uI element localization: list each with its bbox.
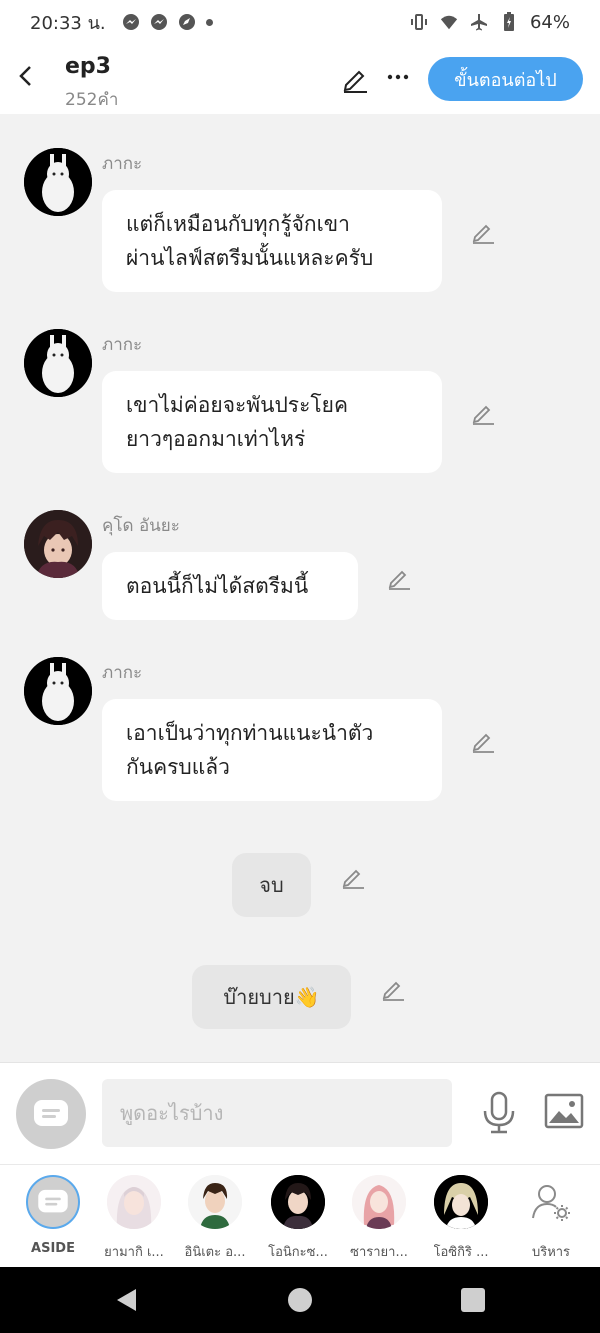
character-initeo[interactable]: อินิเตะ อ...	[175, 1175, 255, 1262]
sender-name: ภากะ	[102, 335, 143, 355]
message-input[interactable]	[102, 1079, 452, 1147]
avatar-oshigiri	[434, 1175, 488, 1229]
vibrate-icon	[410, 13, 428, 31]
character-label: ซารายา...	[350, 1245, 408, 1260]
sender-name: คุโด อันยะ	[102, 516, 180, 536]
nav-back-button[interactable]	[114, 1287, 140, 1313]
character-bar: ASIDE ยามากิ เ... อินิเตะ อ... โอนิกะซ..…	[0, 1164, 600, 1267]
narration-bubble[interactable]: บ๊ายบาย👋	[192, 965, 351, 1029]
more-options-button[interactable]	[384, 62, 412, 92]
manage-characters-avatar	[524, 1175, 578, 1229]
back-button[interactable]	[10, 60, 42, 92]
user-settings-icon	[532, 1185, 570, 1221]
anime-girl-avatar-icon	[107, 1175, 161, 1229]
add-image-button[interactable]	[544, 1093, 584, 1131]
message-bubble[interactable]: เขาไม่ค่อยจะพันประโยค ยาวๆออกมาเท่าไหร่	[102, 371, 442, 473]
edit-narration-button[interactable]	[380, 976, 406, 1002]
edit-message-button[interactable]	[470, 219, 496, 245]
pencil-icon	[472, 405, 494, 425]
chat-bubble-icon	[34, 1100, 68, 1126]
avatar-alpaca[interactable]	[24, 148, 92, 216]
pencil-icon	[382, 981, 404, 1001]
alpaca-avatar-icon	[24, 329, 92, 397]
pencil-icon	[342, 869, 364, 889]
aside-avatar	[26, 1175, 80, 1229]
message-bubble[interactable]: เอาเป็นว่าทุกท่านแนะนำตัว กันครบแล้ว	[102, 699, 442, 801]
character-aside[interactable]: ASIDE	[13, 1175, 93, 1256]
character-label: บริหาร	[531, 1245, 571, 1260]
aside-toggle-button[interactable]	[16, 1079, 86, 1149]
avatar-saraya	[352, 1175, 406, 1229]
more-notifications-dot-icon	[205, 18, 213, 26]
message-bubble[interactable]: ตอนนี้ก็ไม่ได้สตรีมนี้	[102, 552, 358, 620]
airplane-icon	[470, 13, 488, 31]
next-step-button[interactable]: ขั้นตอนต่อไป	[428, 57, 583, 101]
anime-boy-avatar-icon	[434, 1175, 488, 1229]
edit-title-button[interactable]	[340, 64, 370, 94]
character-onikaze[interactable]: โอนิกะซ...	[258, 1175, 338, 1262]
character-label: ASIDE	[31, 1241, 75, 1256]
edit-message-button[interactable]	[470, 400, 496, 426]
anime-girl-avatar-icon	[352, 1175, 406, 1229]
character-manage[interactable]: บริหาร	[511, 1175, 591, 1262]
character-saraya[interactable]: ซารายา...	[339, 1175, 419, 1262]
character-label: โอซิกิริ ...	[433, 1245, 489, 1260]
edit-message-button[interactable]	[470, 728, 496, 754]
messenger-icon	[150, 13, 168, 31]
episode-title: ep3	[65, 54, 111, 79]
sender-name: ภากะ	[102, 154, 143, 174]
sender-name: ภากะ	[102, 663, 143, 683]
alpaca-avatar-icon	[24, 657, 92, 725]
anime-boy-avatar-icon	[24, 510, 92, 578]
battery-percentage: 64%	[529, 11, 570, 33]
narration-bubble[interactable]: จบ	[232, 853, 311, 917]
notification-icons	[122, 13, 213, 31]
avatar-alpaca[interactable]	[24, 657, 92, 725]
avatar-onikaze	[271, 1175, 325, 1229]
input-bar	[0, 1062, 600, 1164]
avatar-kudo[interactable]	[24, 510, 92, 578]
avatar-yamaki	[107, 1175, 161, 1229]
character-label: ยามากิ เ...	[104, 1245, 164, 1260]
compass-icon	[178, 13, 196, 31]
status-bar: 20:33 น. 64%	[0, 0, 600, 44]
status-time: 20:33 น.	[30, 12, 106, 34]
edit-narration-button[interactable]	[340, 864, 366, 890]
edit-message-button[interactable]	[386, 565, 412, 591]
anime-boy-avatar-icon	[271, 1175, 325, 1229]
avatar-alpaca[interactable]	[24, 329, 92, 397]
triangle-back-icon	[117, 1289, 136, 1311]
anime-boy-avatar-icon	[188, 1175, 242, 1229]
character-yamaki[interactable]: ยามากิ เ...	[94, 1175, 174, 1262]
message-bubble[interactable]: แต่ก็เหมือนกับทุกรู้จักเขา ผ่านไลฟ์สตรีม…	[102, 190, 442, 292]
chat-bubble-icon	[38, 1189, 68, 1213]
word-count: 252คำ	[65, 90, 119, 110]
back-chevron-icon	[19, 66, 31, 86]
more-dots-icon	[387, 74, 409, 80]
battery-icon	[500, 12, 518, 31]
pencil-icon	[388, 570, 410, 590]
pencil-icon	[472, 733, 494, 753]
avatar-initeo	[188, 1175, 242, 1229]
image-icon	[544, 1093, 584, 1129]
system-icons: 64%	[410, 12, 570, 33]
nav-home-button[interactable]	[288, 1288, 312, 1312]
pencil-icon	[343, 70, 367, 93]
pencil-icon	[472, 224, 494, 244]
wifi-icon	[440, 13, 458, 31]
chat-area[interactable]: ภากะ แต่ก็เหมือนกับทุกรู้จักเขา ผ่านไลฟ์…	[0, 114, 600, 1060]
alpaca-avatar-icon	[24, 148, 92, 216]
header: ep3 252คำ ขั้นตอนต่อไป	[0, 44, 600, 114]
voice-input-button[interactable]	[478, 1091, 520, 1135]
character-oshigiri[interactable]: โอซิกิริ ...	[421, 1175, 501, 1262]
system-navigation-bar	[0, 1267, 600, 1333]
character-label: อินิเตะ อ...	[184, 1245, 246, 1260]
nav-recents-button[interactable]	[461, 1288, 485, 1312]
messenger-icon	[122, 13, 140, 31]
character-label: โอนิกะซ...	[268, 1245, 328, 1260]
microphone-icon	[483, 1091, 515, 1134]
